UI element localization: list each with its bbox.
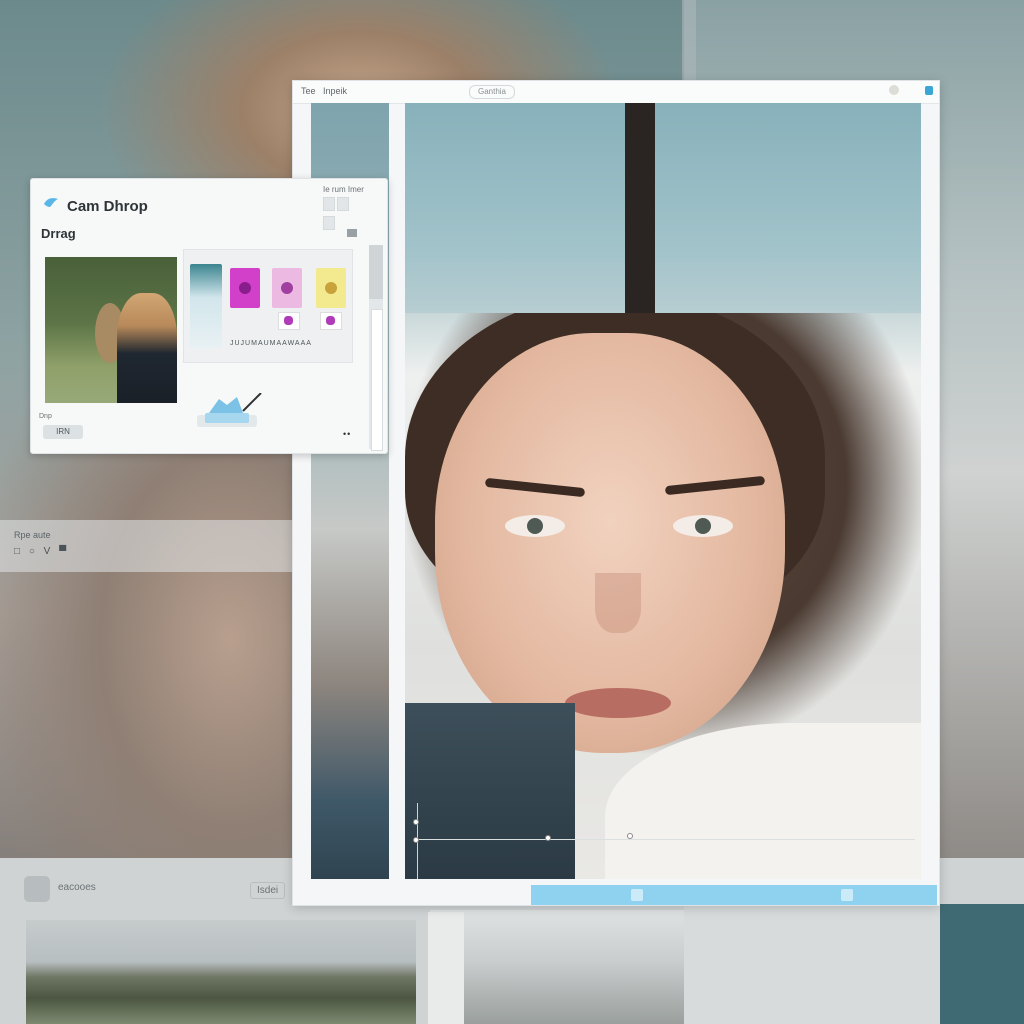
portrait-lips <box>565 688 671 718</box>
layout-icon[interactable] <box>337 197 349 211</box>
portrait-jacket <box>405 703 575 879</box>
background-teal-block <box>940 904 1024 1024</box>
app-tile-icon[interactable] <box>24 876 50 902</box>
action-bar[interactable] <box>531 885 937 905</box>
swatch-chip[interactable] <box>320 312 342 330</box>
window-menu-label[interactable]: Tee <box>301 86 316 96</box>
swatch-panel: JUJUMAUMAAWAAA <box>183 249 353 363</box>
portrait-eye-left <box>505 515 565 537</box>
title-search-field[interactable]: Ganthia <box>469 85 515 99</box>
drop-tool-icon[interactable] <box>191 393 263 437</box>
bird-logo-icon <box>44 198 58 207</box>
magenta-card[interactable] <box>230 268 260 308</box>
dialog-header-label: Ie rum Imer <box>323 185 364 194</box>
background-pole <box>428 912 464 1024</box>
timeline-marker[interactable] <box>545 835 551 841</box>
dialog-slider-track[interactable] <box>371 309 383 451</box>
swatch-caption: JUJUMAUMAAWAAA <box>230 340 312 347</box>
background-toolbar-strip: Rpe aute □ ○ V ▀ <box>0 520 300 572</box>
swatch-chip[interactable] <box>278 312 300 330</box>
dialog-title: Cam Dhrop <box>67 198 148 215</box>
dialog-button[interactable]: IRN <box>43 425 83 439</box>
preview-photo[interactable] <box>45 257 177 403</box>
teal-card[interactable] <box>190 264 222 348</box>
brush-icon[interactable] <box>631 889 643 901</box>
timeline-marker[interactable] <box>627 833 633 839</box>
timeline-guide[interactable] <box>417 839 915 840</box>
folder-icon[interactable] <box>347 229 357 237</box>
dialog-small-label: Dnp <box>39 413 52 420</box>
yellow-card[interactable] <box>316 268 346 308</box>
preview-person <box>117 293 177 403</box>
editor-window: Tee Inpeik Ganthia <box>292 80 940 906</box>
portrait-canvas[interactable] <box>405 103 921 879</box>
portrait-hat-brim <box>405 103 921 313</box>
background-panel-bottom <box>684 904 940 1024</box>
drop-dialog: Cam Dhrop Ie rum Imer Drrag JUJUMAUMAAWA… <box>30 178 388 454</box>
timeline-marker[interactable] <box>413 837 419 843</box>
background-strip-label: Rpe aute <box>14 530 51 540</box>
portrait-hat-gap <box>625 103 655 313</box>
copy-icon[interactable] <box>323 197 335 211</box>
background-strip-controls: □ ○ V ▀ <box>14 546 70 557</box>
more-dots-icon[interactable]: •• <box>343 429 351 439</box>
background-road-photo <box>430 910 684 1024</box>
bottom-bar-label: eacooes <box>58 882 96 893</box>
page-icon[interactable] <box>323 216 335 230</box>
window-tab[interactable]: Inpeik <box>323 86 347 96</box>
dialog-scroll-thumb[interactable] <box>369 245 383 299</box>
portrait-nose <box>595 573 641 633</box>
dialog-subtitle: Drrag <box>41 226 76 241</box>
image-icon[interactable] <box>841 889 853 901</box>
bottom-bar-button[interactable]: Isdei <box>250 882 286 899</box>
close-icon[interactable] <box>925 86 933 95</box>
timeline-marker[interactable] <box>413 819 419 825</box>
settings-icon[interactable] <box>889 85 899 95</box>
pink-card[interactable] <box>272 268 302 308</box>
portrait-eye-right <box>673 515 733 537</box>
background-landscape-photo <box>26 920 416 1024</box>
dialog-header-toolbar <box>323 197 363 230</box>
title-bar: Tee Inpeik Ganthia <box>293 81 939 104</box>
